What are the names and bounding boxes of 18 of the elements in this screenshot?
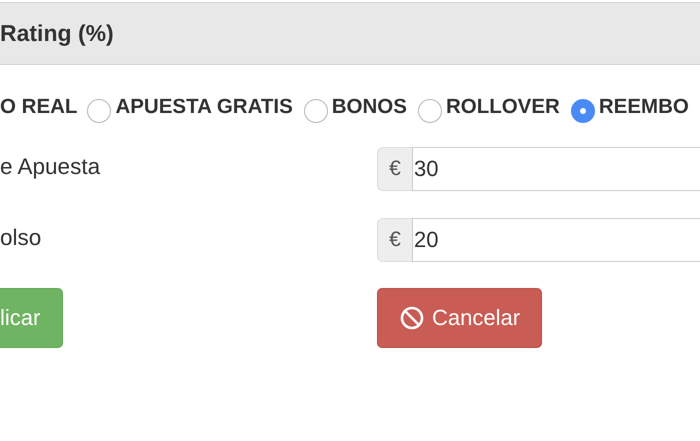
radio-label: ROLLOVER bbox=[446, 95, 560, 119]
panel-title: Rating (%) bbox=[0, 20, 114, 47]
radio-label: BONOS bbox=[332, 95, 407, 119]
radio-button[interactable] bbox=[304, 99, 328, 123]
cancel-button[interactable]: Cancelar bbox=[377, 288, 542, 348]
radio-label: O REAL bbox=[0, 95, 78, 119]
radio-button[interactable] bbox=[87, 99, 112, 123]
radio-button[interactable] bbox=[418, 99, 442, 123]
radio-button[interactable] bbox=[570, 99, 595, 123]
currency-addon: € bbox=[377, 218, 412, 262]
field-label: e Apuesta bbox=[0, 153, 102, 180]
radio-label: REEMBO bbox=[598, 95, 689, 119]
radio-label: APUESTA GRATIS bbox=[115, 95, 293, 119]
amount-input[interactable]: 20 bbox=[412, 218, 700, 262]
amount-input[interactable]: 30 bbox=[412, 147, 700, 191]
field-label: olso bbox=[0, 224, 42, 251]
currency-addon: € bbox=[377, 147, 412, 191]
ban-icon bbox=[400, 306, 424, 330]
